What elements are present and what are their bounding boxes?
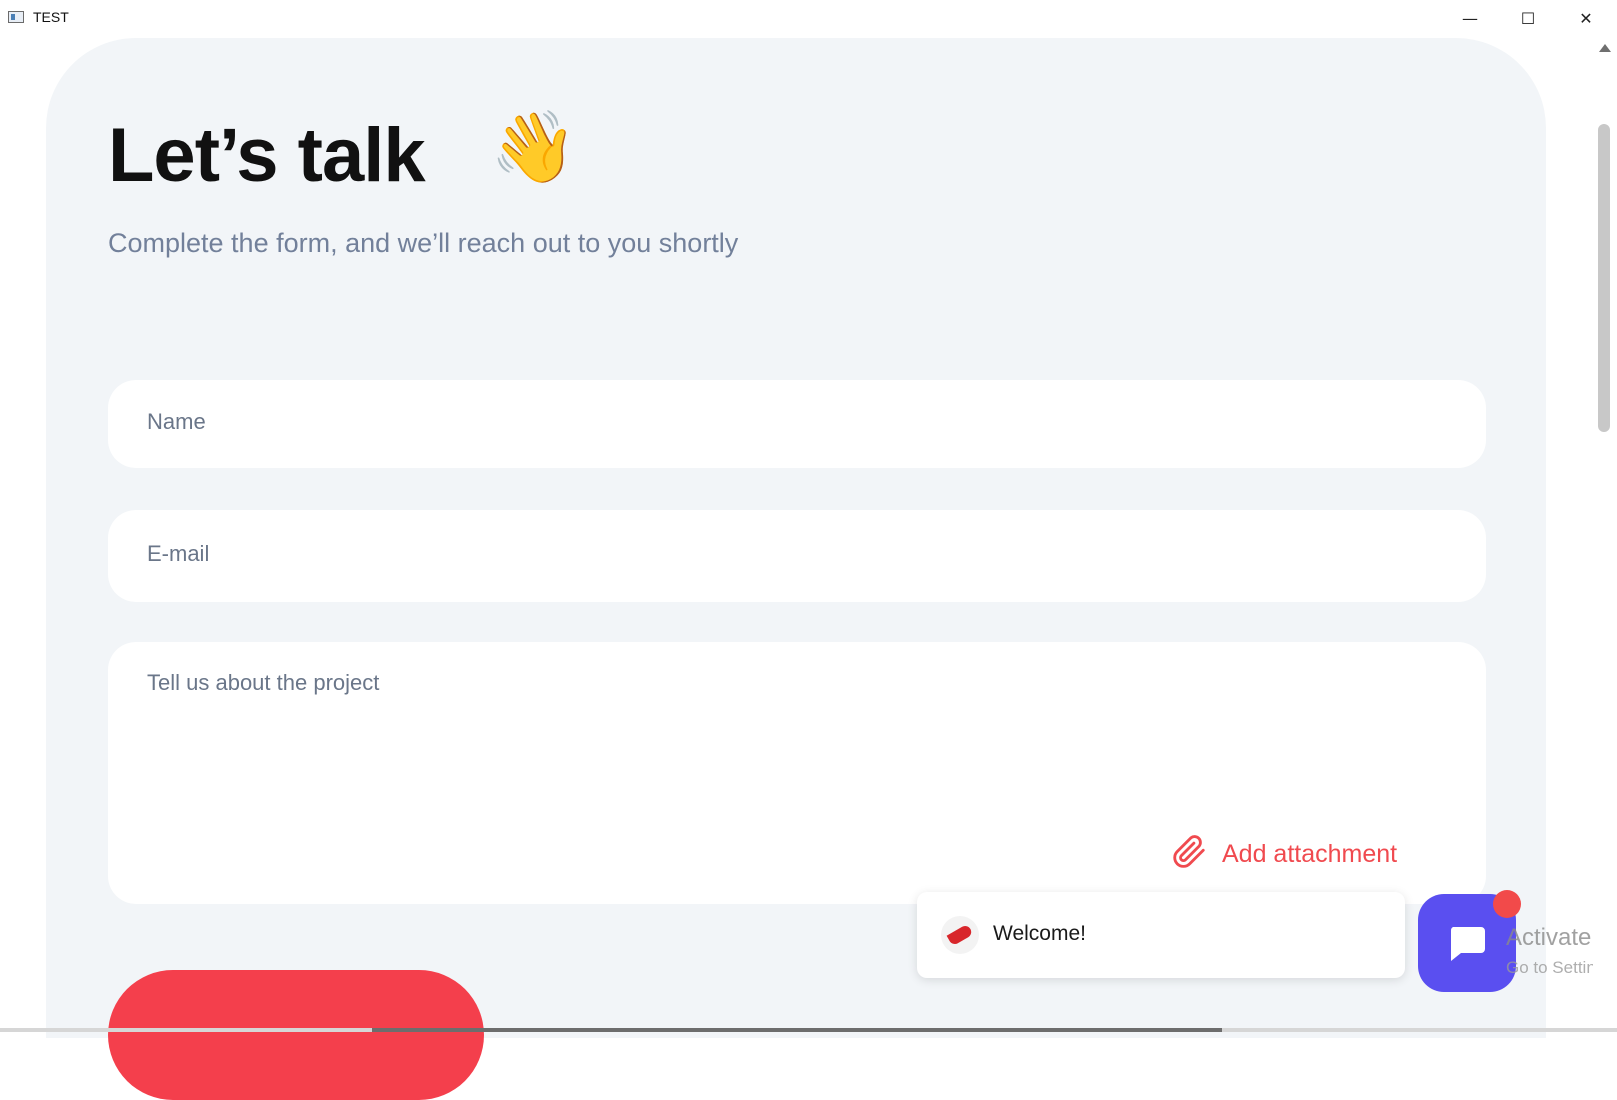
app-icon [8, 11, 24, 23]
add-attachment-button[interactable]: Add attachment [1170, 832, 1397, 877]
vertical-scrollbar[interactable] [1593, 38, 1617, 1032]
window-title: TEST [33, 9, 69, 25]
chat-welcome-text: Welcome! [993, 922, 1086, 945]
bottom-scroll-thumb[interactable] [372, 1028, 1222, 1032]
email-box[interactable] [108, 510, 1486, 602]
submit-button[interactable] [108, 970, 484, 1100]
minimize-button[interactable]: — [1441, 0, 1499, 36]
name-box[interactable] [108, 380, 1486, 468]
chat-icon [1450, 927, 1485, 961]
email-input[interactable] [145, 540, 1049, 568]
page-subtitle: Complete the form, and we’ll reach out t… [108, 228, 739, 258]
chat-welcome-bubble[interactable]: Welcome! [917, 892, 1405, 978]
waving-hand-icon: 👋 [490, 106, 578, 188]
name-input[interactable] [145, 408, 1049, 436]
notification-badge [1493, 890, 1521, 918]
message-input[interactable] [145, 668, 1149, 812]
scrollbar-thumb[interactable] [1598, 124, 1610, 432]
bottom-scroll-track [0, 1028, 1617, 1032]
scroll-up-arrow-icon[interactable] [1599, 44, 1611, 52]
add-attachment-label: Add attachment [1222, 840, 1398, 868]
close-button[interactable]: ✕ [1557, 0, 1615, 36]
page-title: Let’s talk [108, 113, 426, 198]
chili-pepper-icon [941, 916, 979, 954]
maximize-button[interactable]: ☐ [1499, 0, 1557, 36]
paperclip-icon [1170, 832, 1208, 877]
window-titlebar: TEST — ☐ ✕ [0, 0, 1617, 36]
